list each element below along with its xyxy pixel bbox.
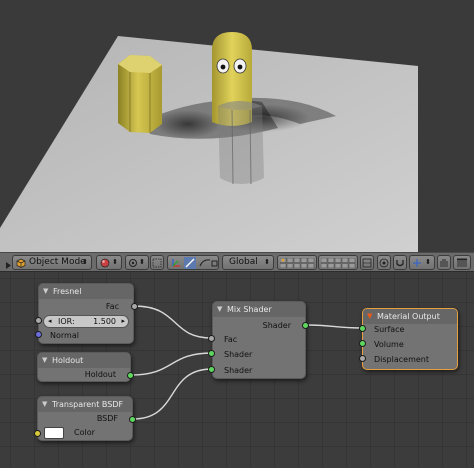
transparent-cylinder — [218, 101, 264, 185]
transparent-bsdf-node-title: Transparent BSDF — [52, 400, 124, 409]
camera-icon — [440, 259, 448, 267]
material-output-volume-socket[interactable] — [359, 340, 366, 347]
layer-grid-icon — [280, 258, 315, 268]
limit-selection-toggle[interactable] — [150, 255, 164, 270]
fresnel-input-normal-label: Normal — [50, 331, 79, 340]
dropdown-arrow-icon: ⬍ — [425, 258, 431, 266]
increment-arrow-icon[interactable]: ▸ — [121, 316, 125, 327]
link-mix-to-output — [305, 324, 364, 329]
snap-increment-icon — [413, 259, 421, 267]
mix-shader-shader2-label: Shader — [224, 366, 253, 375]
fresnel-node-header[interactable]: ▼ Fresnel — [39, 284, 133, 299]
orientation-selector[interactable]: Global ⬍ — [222, 255, 274, 270]
clapper-icon — [457, 258, 467, 267]
ior-value: 1.500 — [93, 317, 116, 326]
transparent-bsdf-node[interactable]: ▼ Transparent BSDF BSDF Color — [37, 396, 133, 441]
proportional-icon — [379, 258, 389, 268]
holdout-node-title: Holdout — [52, 356, 84, 365]
mode-label: Object Mode — [29, 257, 86, 267]
layer-grid-icon — [321, 258, 356, 268]
holdout-node[interactable]: ▼ Holdout Holdout — [37, 352, 131, 382]
material-output-displacement-socket[interactable] — [359, 355, 366, 362]
cube-icon — [16, 258, 26, 268]
node-editor[interactable]: ▼ Fresnel Fac ◂ IOR: 1.500 ▸ Normal ▼ Ho… — [0, 272, 474, 468]
snap-element-selector[interactable]: ⬍ — [409, 255, 435, 270]
fresnel-node-title: Fresnel — [53, 287, 82, 296]
mix-shader-shader1-label: Shader — [224, 350, 253, 359]
transparent-bsdf-output-socket[interactable] — [129, 416, 136, 423]
link-holdout-to-mix — [130, 352, 213, 376]
manipulator-icons — [172, 257, 218, 269]
layer-buttons-1[interactable] — [277, 255, 317, 270]
material-output-surface-label: Surface — [374, 325, 405, 334]
manipulator-widget-group[interactable] — [167, 255, 219, 270]
material-output-surface-socket[interactable] — [359, 325, 366, 332]
pivot-point-selector[interactable]: ⬍ — [125, 255, 149, 270]
mix-shader-output-socket[interactable] — [302, 322, 309, 329]
mix-shader-shader1-input-socket[interactable] — [208, 350, 215, 357]
dotted-box-icon — [152, 258, 162, 268]
mode-selector[interactable]: Object Mode ⬍ — [12, 255, 92, 270]
mix-shader-fac-label: Fac — [224, 335, 238, 344]
layers-icon — [362, 258, 372, 268]
viewport-header: Object Mode ⬍ ⬍ ⬍ Global ⬍ ⬍ — [0, 252, 474, 272]
magnet-icon — [396, 260, 404, 267]
fresnel-normal-input-socket[interactable] — [35, 331, 42, 338]
fresnel-node[interactable]: ▼ Fresnel Fac ◂ IOR: 1.500 ▸ Normal — [38, 283, 134, 344]
dropdown-arrow-icon: ⬍ — [112, 258, 118, 266]
transparent-bsdf-color-input-socket[interactable] — [34, 430, 41, 437]
mix-shader-fac-input-socket[interactable] — [208, 335, 215, 342]
render-button[interactable] — [437, 255, 451, 270]
collapse-arrow-icon[interactable]: ▼ — [367, 309, 372, 324]
fresnel-output-fac-label: Fac — [105, 302, 119, 311]
mix-shader-shader2-input-socket[interactable] — [208, 366, 215, 373]
dropdown-arrow-icon: ⬍ — [264, 258, 270, 266]
collapse-arrow-icon[interactable]: ▼ — [217, 302, 222, 317]
viewport-scene — [0, 32, 418, 252]
fresnel-fac-output-socket[interactable] — [131, 303, 138, 310]
solid-sphere-icon — [100, 258, 110, 268]
transparent-bsdf-output-label: BSDF — [96, 414, 118, 423]
dropdown-arrow-icon: ⬍ — [139, 258, 145, 266]
link-transparent-to-mix — [132, 368, 213, 420]
holdout-node-header[interactable]: ▼ Holdout — [38, 353, 130, 368]
render-animation-button[interactable] — [453, 255, 471, 270]
yellow-prism — [118, 55, 162, 133]
viewport-shading-selector[interactable]: ⬍ — [96, 255, 122, 270]
holdout-output-socket[interactable] — [127, 372, 134, 379]
holdout-output-label: Holdout — [84, 370, 116, 379]
collapse-arrow-icon[interactable]: ▼ — [42, 397, 47, 412]
link-fresnel-to-mix — [133, 305, 213, 339]
lock-layers-button[interactable] — [360, 255, 374, 270]
snap-toggle-button[interactable] — [393, 255, 407, 270]
ground-plane — [0, 36, 418, 252]
material-output-node-title: Material Output — [377, 312, 440, 321]
dropdown-arrow-icon: ⬍ — [82, 258, 88, 266]
material-output-volume-label: Volume — [374, 340, 404, 349]
mix-shader-output-label: Shader — [262, 321, 291, 330]
mix-shader-node-header[interactable]: ▼ Mix Shader — [213, 302, 305, 317]
orientation-label: Global — [229, 257, 258, 267]
color-swatch[interactable] — [44, 427, 64, 439]
material-output-node-header[interactable]: ▼ Material Output — [363, 309, 457, 324]
ior-label: IOR: — [58, 317, 75, 326]
ior-field[interactable]: ◂ IOR: 1.500 ▸ — [43, 315, 129, 328]
mix-shader-node-title: Mix Shader — [227, 305, 272, 314]
3d-viewport[interactable] — [0, 0, 474, 252]
material-output-node[interactable]: ▼ Material Output Surface Volume Displac… — [362, 308, 458, 370]
collapse-arrow-icon[interactable]: ▼ — [42, 353, 47, 368]
mix-shader-node[interactable]: ▼ Mix Shader Shader Fac Shader Shader — [212, 301, 306, 379]
proportional-editing-button[interactable] — [377, 255, 391, 270]
transparent-bsdf-node-header[interactable]: ▼ Transparent BSDF — [38, 397, 132, 412]
fresnel-ior-input-socket[interactable] — [35, 317, 42, 324]
transparent-bsdf-color-label: Color — [74, 428, 95, 437]
decrement-arrow-icon[interactable]: ◂ — [48, 316, 52, 327]
layer-buttons-2[interactable] — [318, 255, 358, 270]
collapse-arrow-icon[interactable]: ▼ — [43, 284, 48, 299]
pivot-icon — [129, 259, 137, 267]
material-output-displacement-label: Displacement — [374, 355, 429, 364]
